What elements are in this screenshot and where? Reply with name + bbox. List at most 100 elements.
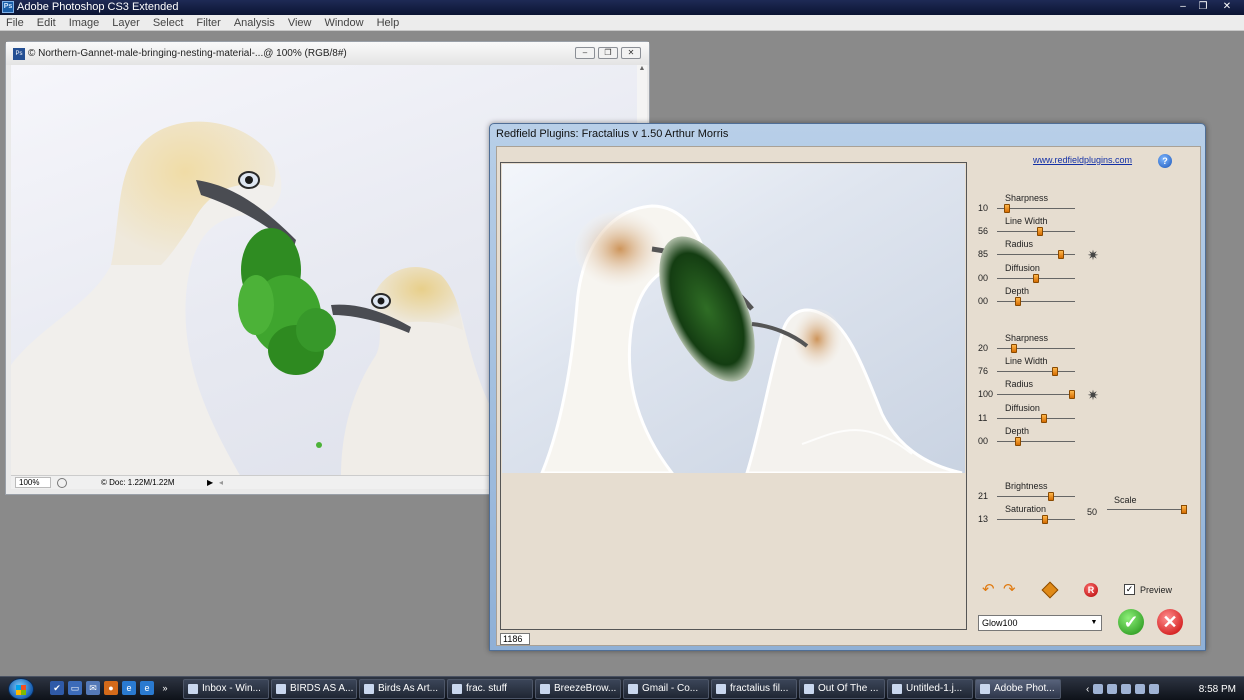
saturation-thumb[interactable] [1042, 515, 1049, 524]
g1-radius-thumb[interactable] [1058, 250, 1065, 259]
g2-radius-thumb[interactable] [1069, 390, 1075, 399]
chevron-down-icon[interactable]: ▼ [1087, 616, 1101, 630]
g2-linewidth-value: 76 [978, 366, 989, 376]
close-button[interactable]: ✕ [1214, 0, 1240, 13]
clock[interactable]: 8:58 PM [1199, 684, 1236, 695]
taskbar-button[interactable]: frac. stuff [447, 679, 533, 699]
taskbar-button[interactable]: Untitled-1.j... [887, 679, 973, 699]
status-menu-arrow-icon[interactable]: ▶ [207, 476, 213, 490]
preset-select[interactable]: Glow100 ▼ [978, 615, 1102, 631]
quick-launch-desktop-icon[interactable]: ▭ [68, 681, 82, 695]
g2-radius-label: Radius [1005, 379, 1034, 389]
redo-icon[interactable]: ↷ [1003, 582, 1019, 597]
iteration-counter: 1186 [500, 633, 530, 645]
menu-image[interactable]: Image [69, 15, 100, 30]
g1-radius-value: 85 [978, 249, 989, 259]
menu-select[interactable]: Select [153, 15, 184, 30]
menu-analysis[interactable]: Analysis [234, 15, 275, 30]
g2-radius-track[interactable] [997, 394, 1075, 395]
saturation-value: 13 [978, 514, 989, 524]
brightness-value: 21 [978, 491, 989, 501]
g2-depth-thumb[interactable] [1015, 437, 1021, 446]
g2-depth-label: Depth [1005, 426, 1030, 436]
reset-icon[interactable]: R [1084, 583, 1098, 597]
g2-diffusion-control: Diffusion 11 [497, 403, 1202, 423]
document-maximize-button[interactable]: ❐ [598, 47, 618, 59]
quick-launch-check-icon[interactable]: ✔ [50, 681, 64, 695]
start-button[interactable] [8, 678, 34, 700]
document-minimize-button[interactable]: – [575, 47, 595, 59]
taskbar-button[interactable]: BreezeBrow... [535, 679, 621, 699]
g2-diffusion-track[interactable] [997, 418, 1075, 419]
zoom-level-field[interactable]: 100% [15, 477, 51, 488]
g1-linewidth-thumb[interactable] [1037, 227, 1044, 236]
taskbar-button[interactable]: Birds As Art... [359, 679, 445, 699]
g2-sharpness-track[interactable] [997, 348, 1075, 349]
quick-launch-ie-icon[interactable]: e [122, 681, 136, 695]
quick-launch-firefox-icon[interactable]: ● [104, 681, 118, 695]
menu-help[interactable]: Help [377, 15, 400, 30]
taskbar-button[interactable]: fractalius fil... [711, 679, 797, 699]
saturation-track[interactable] [997, 519, 1075, 520]
preview-checkbox[interactable]: ✓ [1124, 584, 1135, 595]
menu-edit[interactable]: Edit [37, 15, 56, 30]
g1-diffusion-thumb[interactable] [1033, 274, 1039, 283]
taskbar-button[interactable]: Out Of The ... [799, 679, 885, 699]
redfield-website-link[interactable]: www.redfieldplugins.com [1033, 155, 1132, 165]
ok-button[interactable]: ✓ [1118, 609, 1144, 635]
tray-app-icon[interactable] [1093, 684, 1104, 694]
help-icon[interactable]: ? [1158, 154, 1172, 168]
tray-app-icon[interactable] [1121, 684, 1132, 694]
scale-track[interactable] [1107, 509, 1187, 510]
tray-app-icon[interactable] [1107, 684, 1118, 694]
g2-depth-track[interactable] [997, 441, 1075, 442]
taskbar-button[interactable]: Gmail - Co... [623, 679, 709, 699]
tray-expand-icon[interactable]: ‹ [1086, 684, 1089, 695]
cancel-button[interactable]: ✕ [1157, 609, 1183, 635]
undo-icon[interactable]: ↶ [982, 582, 998, 597]
document-close-button[interactable]: ✕ [621, 47, 641, 59]
app-title: Adobe Photoshop CS3 Extended [17, 1, 179, 13]
g2-linewidth-track[interactable] [997, 371, 1075, 372]
menu-filter[interactable]: Filter [196, 15, 220, 30]
g1-sharpness-value: 10 [978, 203, 989, 213]
g1-depth-thumb[interactable] [1015, 297, 1021, 306]
menu-layer[interactable]: Layer [112, 15, 140, 30]
taskbar-button-label: Out Of The ... [818, 683, 879, 694]
tray-network-icon[interactable] [1135, 684, 1146, 694]
status-camera-icon[interactable] [57, 478, 67, 488]
taskbar-button[interactable]: BIRDS AS A... [271, 679, 357, 699]
brightness-thumb[interactable] [1048, 492, 1055, 501]
document-title-bar[interactable]: Ps © Northern-Gannet-male-bringing-nesti… [6, 42, 649, 65]
g1-sharpness-thumb[interactable] [1004, 204, 1011, 213]
quick-launch: ✔ ▭ ✉ ● e e » [50, 681, 172, 695]
g2-sharpness-thumb[interactable] [1011, 344, 1018, 353]
g1-radius-gear-icon[interactable]: ✷ [1086, 248, 1100, 262]
menu-window[interactable]: Window [324, 15, 363, 30]
g1-radius-label: Radius [1005, 239, 1034, 249]
windows-logo-icon [16, 685, 26, 695]
horizontal-scroll-left-icon[interactable]: ◂ [219, 476, 223, 490]
quick-launch-mail-icon[interactable]: ✉ [86, 681, 100, 695]
menu-file[interactable]: File [6, 15, 24, 30]
g2-linewidth-thumb[interactable] [1051, 367, 1058, 376]
taskbar-button-active[interactable]: Adobe Phot... [975, 679, 1061, 699]
doc-size-info: © Doc: 1.22M/1.22M [101, 478, 175, 487]
quick-launch-ie2-icon[interactable]: e [140, 681, 154, 695]
scale-thumb[interactable] [1181, 505, 1187, 514]
randomize-icon[interactable] [1041, 581, 1059, 599]
taskbar-button-label: BreezeBrow... [554, 683, 617, 694]
brightness-track[interactable] [997, 496, 1075, 497]
minimize-button[interactable]: – [1174, 0, 1192, 13]
g2-diffusion-thumb[interactable] [1040, 414, 1047, 423]
g1-linewidth-track[interactable] [997, 231, 1075, 232]
scroll-up-arrow-icon[interactable]: ▲ [637, 65, 647, 72]
quick-launch-more-icon[interactable]: » [158, 681, 172, 695]
g1-depth-track[interactable] [997, 301, 1075, 302]
taskbar-button[interactable]: Inbox - Win... [183, 679, 269, 699]
dialog-body: 1186 www.redfieldplugins.com ? Sharpness… [496, 146, 1201, 646]
menu-view[interactable]: View [288, 15, 312, 30]
restore-button[interactable]: ❐ [1194, 0, 1212, 13]
tray-volume-icon[interactable] [1149, 684, 1160, 694]
g2-radius-gear-icon[interactable]: ✷ [1086, 388, 1100, 402]
